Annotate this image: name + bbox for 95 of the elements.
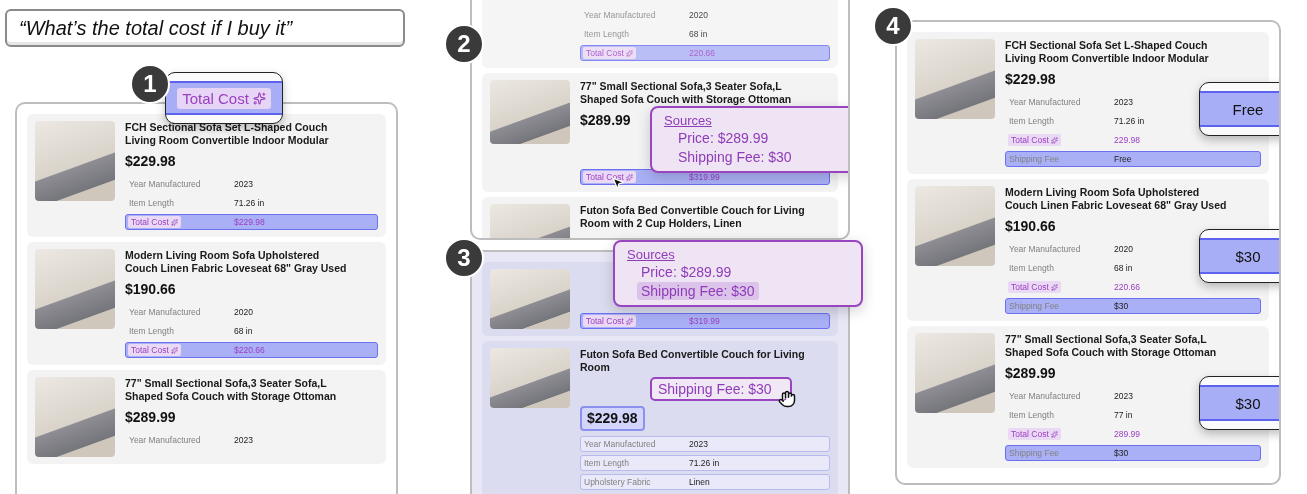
product-title: 77" Small Sectional Sofa,3 Seater Sofa,L Shaped Sofa Couch with Storage Ottoman bbox=[580, 80, 793, 106]
step-number: 1 bbox=[130, 64, 170, 104]
chip-text: Shipping Fee: $30 bbox=[658, 381, 772, 397]
sparkle-icon bbox=[1050, 136, 1058, 144]
field-value: 68 in bbox=[1114, 263, 1134, 273]
field-label: Year Manufactured bbox=[128, 307, 202, 317]
source-entry[interactable]: Shipping Fee: $30 bbox=[637, 282, 759, 300]
field-value: 2023 bbox=[234, 435, 254, 445]
sparkle-icon bbox=[170, 218, 178, 226]
sparkle-icon bbox=[1050, 283, 1058, 291]
product-title: Futon Sofa Bed Convertible Couch for Living Room bbox=[580, 348, 805, 374]
product-price: $229.98 bbox=[580, 406, 645, 431]
field-value: 2023 bbox=[234, 179, 254, 189]
field-value: 71.26 in bbox=[234, 198, 266, 208]
field-label: Total Cost bbox=[182, 89, 249, 107]
field-value: $319.99 bbox=[689, 316, 721, 326]
magnified-value: $30 bbox=[1200, 238, 1279, 274]
field-label: Total Cost bbox=[131, 217, 169, 227]
field-value: 289.99 bbox=[1114, 429, 1141, 439]
field-label: Item Length bbox=[583, 458, 630, 468]
field-value: 71.26 in bbox=[1114, 116, 1146, 126]
field-label: Total Cost bbox=[586, 48, 624, 58]
field-label: Item Length bbox=[128, 198, 175, 208]
field-label: Item Length bbox=[128, 326, 175, 336]
field-label: Year Manufactured bbox=[583, 10, 657, 20]
sparkle-icon bbox=[1050, 430, 1058, 438]
field-label: Item Length bbox=[1008, 410, 1055, 420]
field-label: Year Manufactured bbox=[128, 435, 202, 445]
field-value: 2020 bbox=[234, 307, 254, 317]
product-price: $289.99 bbox=[580, 111, 631, 130]
field-label: Total Cost bbox=[1011, 282, 1049, 292]
hand-cursor-icon bbox=[777, 390, 796, 408]
product-price: $190.66 bbox=[1005, 217, 1056, 236]
magnified-value: $30 bbox=[1200, 385, 1279, 421]
field-value: $220.66 bbox=[234, 345, 266, 355]
product-title: Futon Sofa Bed Convertible Couch for Living Room with 2 Cup Holders, Linen bbox=[580, 204, 805, 230]
field-value: $30 bbox=[1114, 448, 1130, 458]
field-label: Total Cost bbox=[1011, 429, 1049, 439]
query-box: “What’s the total cost if I buy it” bbox=[5, 9, 405, 47]
field-value: 71.26 in bbox=[689, 458, 721, 468]
product-title: Modern Living Room Sofa Upholstered Couch Linen Fabric Loveseat 68" Gray Used bbox=[1005, 186, 1228, 212]
field-label: Year Manufactured bbox=[128, 179, 202, 189]
product-price: $229.98 bbox=[125, 152, 176, 171]
field-value: 2023 bbox=[689, 439, 709, 449]
field-label: Upholstery Fabric bbox=[583, 477, 652, 487]
source-entry[interactable]: Price: $289.99 bbox=[674, 129, 773, 147]
field-label: Shipping Fee bbox=[1008, 301, 1061, 311]
field-value: Free bbox=[1114, 154, 1133, 164]
field-label: Item Length bbox=[1008, 263, 1055, 273]
step-number: 4 bbox=[873, 6, 913, 46]
field-value: Linen bbox=[689, 477, 711, 487]
field-label: Total Cost bbox=[131, 345, 169, 355]
product-price: $229.98 bbox=[1005, 70, 1056, 89]
product-price: $190.66 bbox=[125, 280, 176, 299]
field-value: 2023 bbox=[1114, 391, 1134, 401]
sparkle-icon bbox=[625, 49, 633, 57]
step-number: 3 bbox=[444, 238, 484, 278]
field-label: Year Manufactured bbox=[1008, 391, 1082, 401]
magnified-value: Free bbox=[1200, 91, 1279, 127]
product-title: FCH Sectional Sofa Set L-Shaped Couch Living Room Convertible Indoor Modular bbox=[1005, 39, 1210, 65]
field-value: $30 bbox=[1114, 301, 1130, 311]
field-label: Total Cost bbox=[586, 316, 624, 326]
field-value: 220.66 bbox=[689, 48, 716, 58]
field-value: 68 in bbox=[234, 326, 254, 336]
field-value: 2020 bbox=[689, 10, 709, 20]
product-title: Modern Living Room Sofa Upholstered Couch Linen Fabric Loveseat 68" Gray Used bbox=[125, 249, 348, 275]
product-title: 77" Small Sectional Sofa,3 Seater Sofa,L Shaped Sofa Couch with Storage Ottoman bbox=[1005, 333, 1218, 359]
source-entry[interactable]: Price: $289.99 bbox=[637, 263, 736, 281]
product-price: $289.99 bbox=[1005, 364, 1056, 383]
field-value: 2020 bbox=[1114, 244, 1134, 254]
sparkle-icon bbox=[625, 173, 633, 181]
field-label: Item Length bbox=[583, 29, 630, 39]
field-label: Year Manufactured bbox=[1008, 244, 1082, 254]
step-number: 2 bbox=[444, 24, 484, 64]
field-value: $229.98 bbox=[234, 217, 266, 227]
field-label: Shipping Fee bbox=[1008, 448, 1061, 458]
sparkle-icon bbox=[625, 317, 633, 325]
field-value: 68 in bbox=[689, 29, 709, 39]
source-entry[interactable]: Shipping Fee: $30 bbox=[674, 148, 796, 166]
product-price: $289.99 bbox=[125, 408, 176, 427]
field-label: Year Manufactured bbox=[583, 439, 657, 449]
product-title: 77" Small Sectional Sofa,3 Seater Sofa,L Shaped Sofa Couch with Storage Ottoman bbox=[125, 377, 338, 403]
sources-link[interactable]: Sources bbox=[664, 113, 712, 128]
field-label: Item Length bbox=[1008, 116, 1055, 126]
field-value: $319.99 bbox=[689, 172, 721, 182]
field-label: Total Cost bbox=[1011, 135, 1049, 145]
field-value: 229.98 bbox=[1114, 135, 1141, 145]
sparkle-icon bbox=[170, 346, 178, 354]
sparkle-icon bbox=[252, 91, 266, 105]
field-value: 2023 bbox=[1114, 97, 1134, 107]
field-value: 220.66 bbox=[1114, 282, 1141, 292]
field-value: 77 in bbox=[1114, 410, 1134, 420]
field-label: Year Manufactured bbox=[1008, 97, 1082, 107]
field-label: Shipping Fee bbox=[1008, 154, 1061, 164]
sources-link[interactable]: Sources bbox=[627, 247, 675, 262]
